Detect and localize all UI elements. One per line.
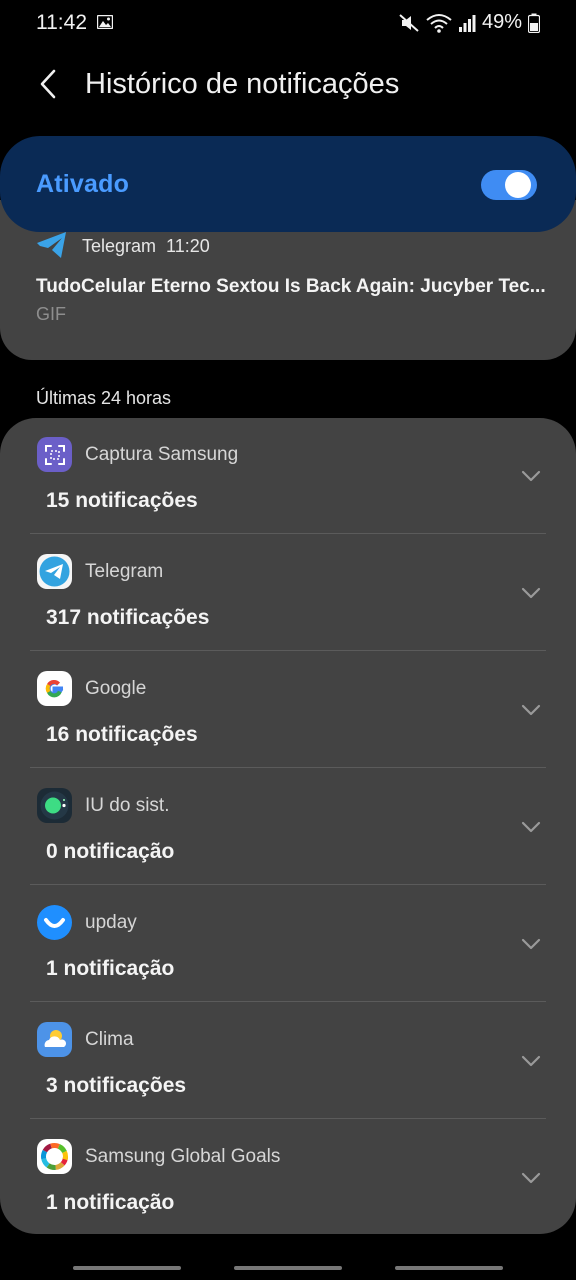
mute-icon: [399, 13, 419, 32]
notification-title: TudoCelular Eterno Sextou Is Back Again:…: [36, 276, 546, 297]
status-time: 11:42: [36, 11, 87, 34]
app-bar: Histórico de notificações: [0, 56, 576, 112]
notification-count: 1 notificação: [46, 957, 175, 980]
notification-app-name: Telegram: [82, 236, 157, 256]
chevron-down-icon[interactable]: [519, 936, 543, 952]
app-name: IU do sist.: [85, 795, 170, 816]
toggle-label: Ativado: [36, 170, 130, 198]
list-item[interactable]: upday 1 notificação: [0, 886, 576, 1003]
screen-capture-icon: [37, 437, 72, 472]
notification-time: 11:20: [166, 236, 210, 256]
switch-knob: [505, 172, 531, 198]
nav-home-handle[interactable]: [234, 1266, 342, 1270]
telegram-icon: [37, 554, 72, 589]
chevron-down-icon[interactable]: [519, 819, 543, 835]
nav-recents-handle[interactable]: [73, 1266, 181, 1270]
app-name: Telegram: [85, 561, 164, 582]
google-icon: [37, 671, 72, 706]
nav-back-handle[interactable]: [395, 1266, 503, 1270]
notification-count: 0 notificação: [46, 840, 175, 863]
app-name: upday: [85, 912, 137, 933]
chevron-down-icon[interactable]: [519, 1053, 543, 1069]
wifi-icon: [426, 13, 452, 33]
navigation-bar: [0, 1264, 576, 1280]
notification-count: 317 notificações: [46, 606, 210, 629]
status-bar: 11:42 49%: [0, 0, 576, 48]
chevron-down-icon[interactable]: [519, 1170, 543, 1186]
notification-subtitle: GIF: [36, 304, 66, 324]
divider: [30, 650, 546, 651]
app-name: Captura Samsung: [85, 444, 239, 465]
list-item[interactable]: Clima 3 notificações: [0, 1003, 576, 1120]
divider: [30, 1001, 546, 1002]
upday-icon: [37, 905, 72, 940]
notification-count: 1 notificação: [46, 1191, 175, 1214]
battery-percentage: 49%: [481, 11, 522, 33]
page-title: Histórico de notificações: [85, 68, 400, 100]
app-name: Clima: [85, 1029, 134, 1050]
status-indicators: 49%: [398, 11, 540, 34]
app-name: Samsung Global Goals: [85, 1146, 281, 1167]
list-item[interactable]: Telegram 317 notificações: [0, 535, 576, 652]
divider: [30, 533, 546, 534]
signal-icon: [458, 14, 476, 32]
app-name: Google: [85, 678, 147, 699]
chevron-down-icon[interactable]: [519, 468, 543, 484]
divider: [30, 767, 546, 768]
weather-icon: [37, 1022, 72, 1057]
back-arrow-icon: [40, 69, 56, 99]
list-item[interactable]: Captura Samsung 15 notificações: [0, 418, 576, 535]
section-label: Últimas 24 horas: [36, 388, 172, 408]
notification-meta: Telegram 11:20: [82, 236, 210, 257]
battery-icon: [528, 13, 540, 33]
list-item[interactable]: Google 16 notificações: [0, 652, 576, 769]
notification-count: 3 notificações: [46, 1074, 187, 1097]
app-notification-list: Captura Samsung 15 notificações Telegram…: [0, 418, 576, 1234]
chevron-down-icon[interactable]: [519, 585, 543, 601]
divider: [30, 884, 546, 885]
system-ui-icon: [37, 788, 72, 823]
back-button[interactable]: [30, 64, 66, 104]
notification-count: 16 notificações: [46, 723, 198, 746]
chevron-down-icon[interactable]: [519, 702, 543, 718]
image-notification-icon: [97, 15, 113, 29]
list-item[interactable]: Samsung Global Goals 1 notificação: [0, 1120, 576, 1237]
global-goals-icon: [37, 1139, 72, 1174]
telegram-icon: [37, 232, 66, 258]
list-item[interactable]: IU do sist. 0 notificação: [0, 769, 576, 886]
notification-count: 15 notificações: [46, 489, 198, 512]
divider: [30, 1118, 546, 1119]
